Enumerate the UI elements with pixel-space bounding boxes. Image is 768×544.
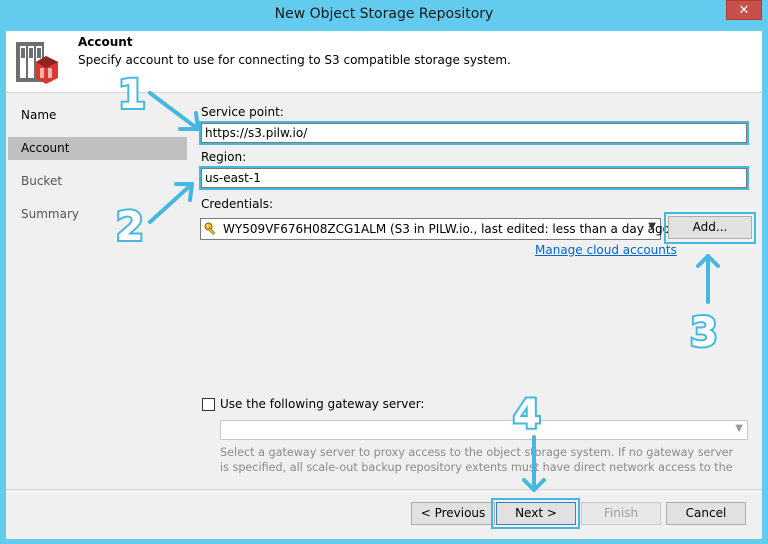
annotation-number-3: 3	[690, 310, 718, 356]
annotation-number-1: 1	[118, 72, 146, 118]
dialog-window: New Object Storage Repository ✕ Account …	[0, 0, 768, 544]
tutorial-annotations: 1 2 3 4	[114, 70, 720, 492]
annotation-arrow-2	[148, 182, 194, 224]
annotation-arrow-1	[148, 91, 200, 131]
annotation-number-2: 2	[116, 204, 144, 250]
annotation-number-4: 4	[513, 392, 541, 438]
